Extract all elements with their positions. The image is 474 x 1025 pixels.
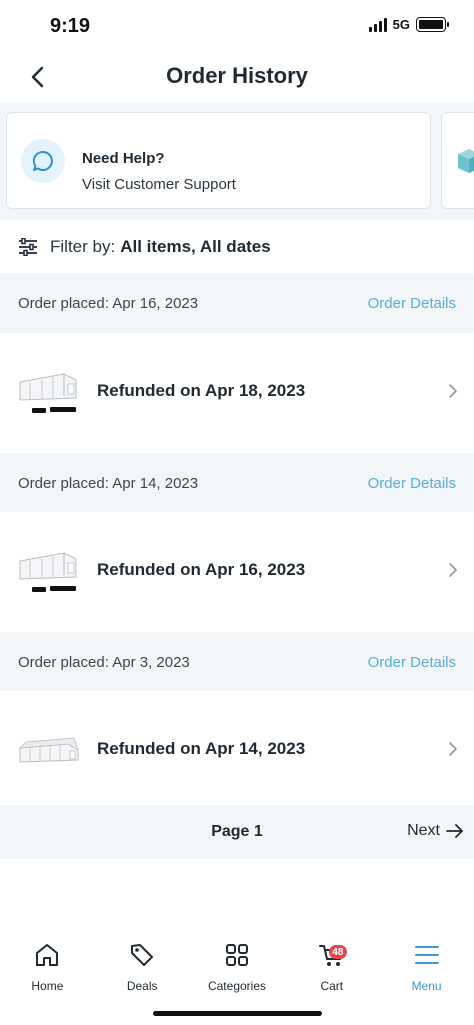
status-time: 9:19 — [50, 15, 91, 37]
battery-icon — [416, 17, 449, 32]
order-placed-date: Order placed: Apr 16, 2023 — [18, 294, 199, 312]
home-indicator — [153, 1011, 322, 1016]
status-indicators: 5G — [368, 17, 449, 32]
product-thumbnail — [18, 366, 80, 416]
order-item[interactable]: Refunded on Apr 18, 2023 — [0, 333, 474, 448]
order-status: Refunded on Apr 14, 2023 — [97, 738, 306, 758]
order-item[interactable]: Refunded on Apr 14, 2023 — [0, 691, 474, 806]
page-indicator: Page 1 — [211, 823, 263, 840]
product-thumbnail — [18, 724, 80, 774]
next-label: Next — [407, 822, 440, 839]
order-details-link[interactable]: Order Details — [368, 295, 456, 312]
menu-icon — [414, 946, 439, 964]
pagination-bar: Page 1 Next — [0, 805, 474, 859]
help-card-secondary[interactable] — [441, 112, 474, 209]
order-header: Order placed: Apr 14, 2023 Order Details — [0, 453, 474, 513]
network-label: 5G — [392, 17, 410, 32]
chat-bubble-icon — [32, 150, 53, 171]
signal-icon — [368, 17, 387, 32]
order-header: Order placed: Apr 16, 2023 Order Details — [0, 273, 474, 333]
order-details-link[interactable]: Order Details — [368, 475, 456, 492]
page-title: Order History — [166, 63, 308, 88]
order-status: Refunded on Apr 18, 2023 — [97, 380, 306, 400]
grid-icon — [225, 944, 248, 966]
filter-label: Filter by: — [50, 237, 116, 256]
nav-home[interactable]: Home — [0, 940, 95, 1002]
nav-deals[interactable]: Deals — [95, 940, 190, 1002]
help-subtitle: Visit Customer Support — [82, 176, 236, 193]
order-details-link[interactable]: Order Details — [368, 654, 456, 671]
customer-support-card[interactable]: Need Help? Visit Customer Support — [6, 112, 431, 209]
home-icon — [36, 944, 59, 966]
order-status: Refunded on Apr 16, 2023 — [97, 559, 306, 579]
nav-menu[interactable]: Menu — [379, 940, 474, 1002]
nav-label: Deals — [126, 979, 158, 993]
bottom-nav: Home Deals Categories 48 Cart Menu — [0, 940, 474, 1002]
nav-label: Cart — [320, 979, 344, 993]
next-page-button[interactable]: Next — [407, 822, 464, 840]
nav-label: Categories — [207, 979, 266, 993]
nav-header: Order History — [0, 52, 474, 102]
box-icon — [458, 149, 474, 173]
order-placed-date: Order placed: Apr 14, 2023 — [18, 474, 199, 492]
nav-cart[interactable]: 48 Cart — [284, 940, 379, 1002]
product-thumbnail — [18, 545, 80, 595]
filter-value: All items, All dates — [120, 237, 271, 256]
nav-label: Menu — [411, 979, 442, 993]
sliders-icon — [19, 238, 37, 256]
chevron-right-icon — [449, 562, 458, 577]
tag-icon — [131, 944, 154, 966]
arrow-right-icon — [446, 824, 463, 838]
nav-categories[interactable]: Categories — [190, 940, 285, 1002]
order-item[interactable]: Refunded on Apr 16, 2023 — [0, 512, 474, 627]
order-header: Order placed: Apr 3, 2023 Order Details — [0, 632, 474, 692]
filter-row[interactable]: Filter by: All items, All dates — [0, 222, 474, 272]
chat-icon-circle — [21, 139, 65, 183]
help-carousel: Need Help? Visit Customer Support — [0, 102, 474, 220]
nav-label: Home — [31, 979, 64, 993]
order-placed-date: Order placed: Apr 3, 2023 — [18, 653, 190, 671]
help-title: Need Help? — [82, 150, 165, 167]
chevron-right-icon — [449, 741, 458, 756]
cart-count-badge: 48 — [328, 945, 347, 959]
chevron-right-icon — [449, 383, 458, 398]
status-bar: 9:19 5G — [0, 0, 474, 52]
